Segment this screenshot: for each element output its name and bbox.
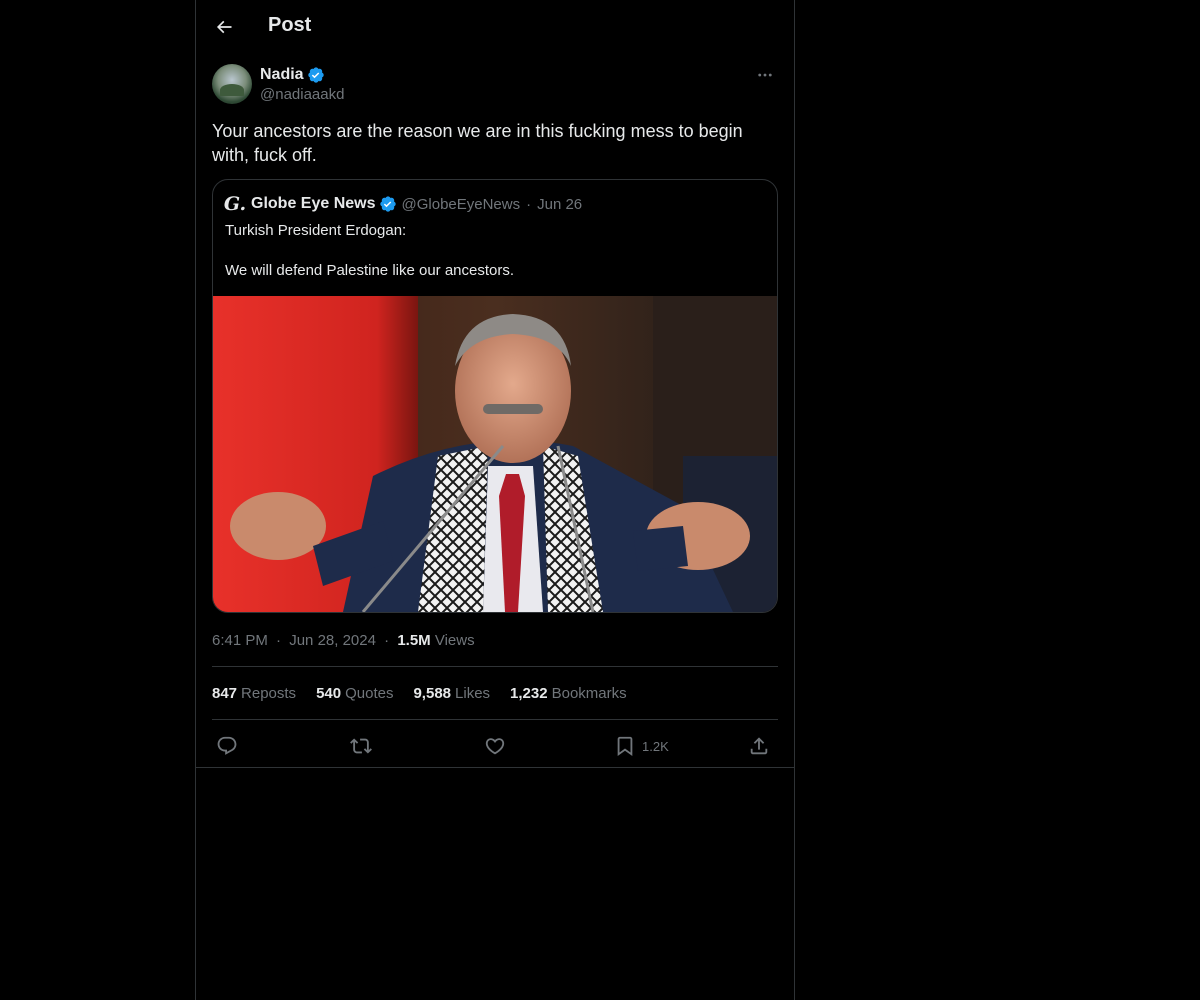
quoted-author-name: Globe Eye News bbox=[251, 195, 376, 212]
post-column: Post Nadia @nadiaaakd Your ancestors are… bbox=[195, 0, 795, 1000]
post-date[interactable]: Jun 28, 2024 bbox=[289, 632, 376, 649]
reposts-count: 847 bbox=[212, 685, 238, 702]
reposts-label: Reposts bbox=[241, 685, 297, 702]
quoted-author-handle: @GlobeEyeNews bbox=[401, 195, 521, 213]
quoted-post-header: G. Globe Eye News @GlobeEyeNews · Jun 26 bbox=[223, 193, 583, 215]
repost-button[interactable] bbox=[350, 732, 372, 760]
quoted-post-image[interactable] bbox=[213, 296, 777, 612]
bookmarks-count: 1,232 bbox=[510, 685, 548, 702]
quoted-post-date: Jun 26 bbox=[537, 195, 583, 213]
back-button[interactable] bbox=[208, 11, 240, 43]
quoted-text-line-2: We will defend Palestine like our ancest… bbox=[225, 262, 515, 279]
post-stats: 847 Reposts 540 Quotes 9,588 Likes 1,232 Boo… bbox=[212, 685, 627, 702]
quotes-label: Quotes bbox=[345, 685, 394, 702]
bookmarks-stat[interactable]: 1,232 Bookmarks bbox=[510, 685, 627, 702]
author-name-row: Nadia bbox=[260, 64, 325, 86]
page-title: Post bbox=[268, 14, 312, 36]
verified-badge-icon[interactable] bbox=[307, 66, 325, 84]
post-time[interactable]: 6:41 PM bbox=[212, 632, 268, 649]
separator-dot: · bbox=[384, 632, 390, 649]
quoted-post[interactable]: G. Globe Eye News @GlobeEyeNews · Jun 26… bbox=[212, 179, 778, 613]
divider bbox=[196, 767, 794, 768]
post-text: Your ancestors are the reason we are in … bbox=[212, 121, 743, 165]
likes-count: 9,588 bbox=[413, 685, 452, 702]
likes-label: Likes bbox=[455, 685, 491, 702]
more-horizontal-icon bbox=[758, 73, 772, 77]
arrow-left-icon bbox=[216, 20, 232, 34]
verified-badge-icon bbox=[379, 195, 397, 213]
views-label: Views bbox=[434, 632, 475, 649]
share-icon bbox=[750, 737, 768, 755]
reposts-stat[interactable]: 847 Reposts bbox=[212, 685, 296, 702]
share-button[interactable] bbox=[748, 732, 770, 760]
bookmark-count: 1.2K bbox=[642, 738, 669, 754]
author-handle[interactable]: @nadiaaakd bbox=[260, 86, 344, 103]
speaker-photo bbox=[213, 296, 777, 612]
globe-eye-logo: G. bbox=[223, 193, 247, 215]
bookmark-icon bbox=[617, 736, 633, 757]
bookmark-button[interactable]: 1.2K bbox=[614, 732, 669, 760]
reply-icon bbox=[217, 736, 237, 755]
post-actions: 1.2K bbox=[212, 732, 778, 760]
divider bbox=[212, 666, 778, 667]
page-header: Post bbox=[196, 0, 794, 54]
more-options-button[interactable] bbox=[752, 64, 778, 86]
likes-stat[interactable]: 9,588 Likes bbox=[413, 685, 490, 702]
quotes-count: 540 bbox=[316, 685, 342, 702]
avatar[interactable] bbox=[212, 64, 252, 104]
author-name[interactable]: Nadia bbox=[260, 66, 304, 84]
bookmarks-label: Bookmarks bbox=[551, 685, 627, 702]
heart-icon bbox=[485, 738, 505, 755]
separator-dot: · bbox=[526, 195, 532, 213]
quoted-text-line-1: Turkish President Erdogan: bbox=[225, 222, 407, 239]
views-count: 1.5M bbox=[397, 632, 431, 649]
quotes-stat[interactable]: 540 Quotes bbox=[316, 685, 393, 702]
reply-button[interactable] bbox=[216, 732, 238, 760]
repost-icon bbox=[350, 738, 372, 754]
like-button[interactable] bbox=[484, 732, 506, 760]
post-meta: 6:41 PM · Jun 28, 2024 · 1.5M Views bbox=[212, 632, 475, 649]
separator-dot: · bbox=[276, 632, 282, 649]
post-author: Nadia @nadiaaakd bbox=[212, 64, 778, 108]
divider bbox=[212, 719, 778, 720]
